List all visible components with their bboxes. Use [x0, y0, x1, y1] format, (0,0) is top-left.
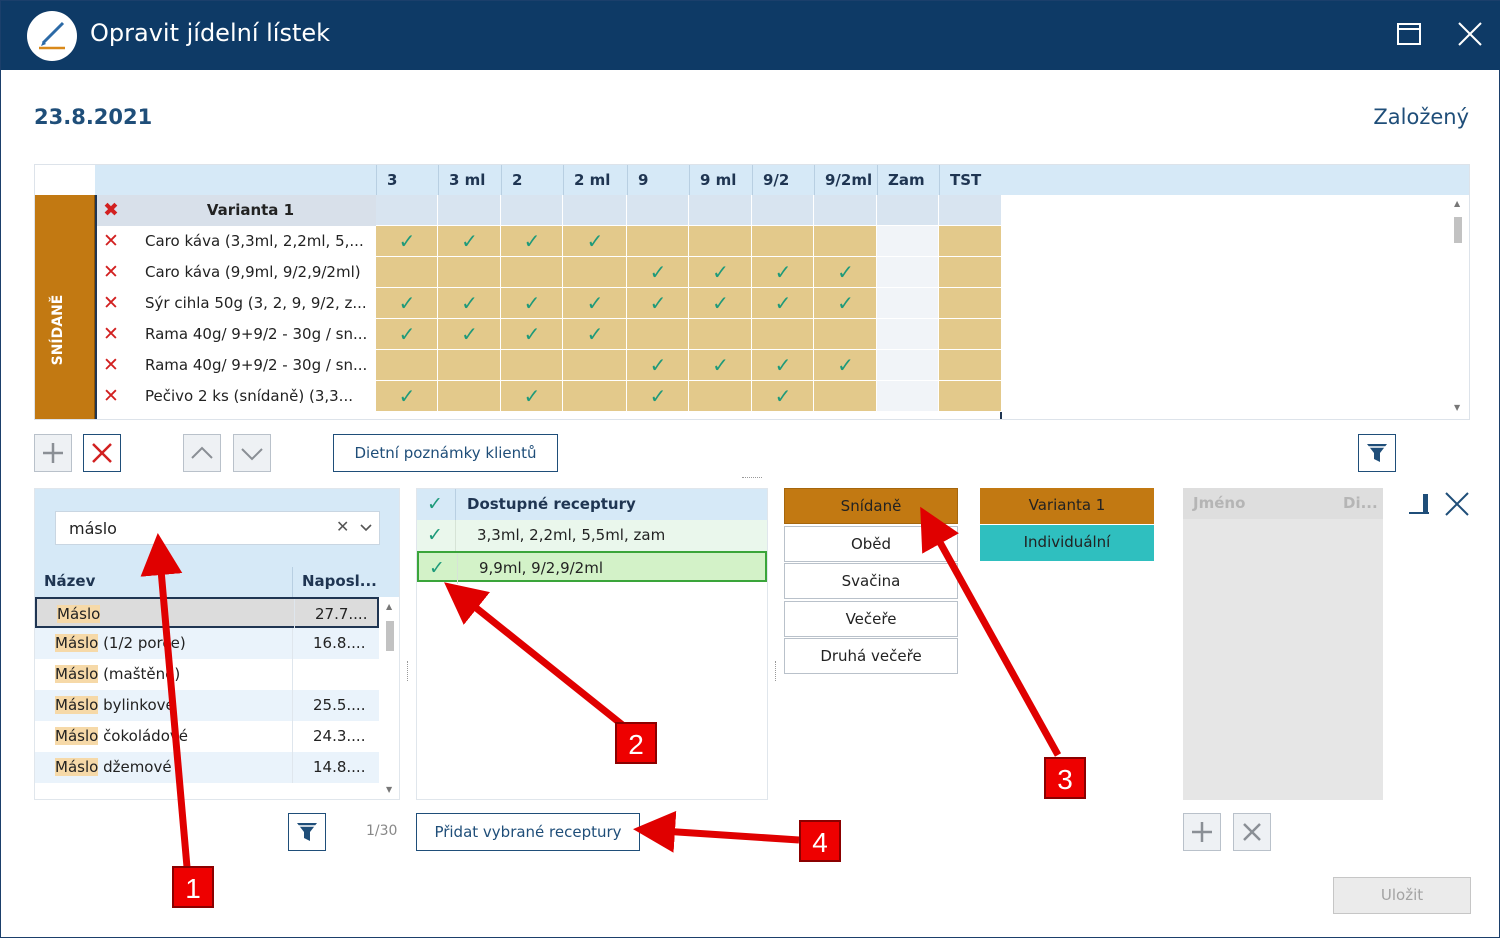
arrow-4 — [633, 810, 800, 853]
arrow-3 — [920, 506, 1062, 757]
callout-4: 4 — [799, 820, 841, 862]
callout-3: 3 — [1044, 757, 1086, 799]
callout-1: 1 — [172, 866, 214, 908]
dialog-window: Opravit jídelní lístek 23.8.2021 Založen… — [0, 0, 1500, 938]
arrow-2 — [444, 582, 628, 730]
annotation-arrows — [140, 506, 1062, 868]
arrow-1 — [140, 533, 191, 868]
callout-2: 2 — [615, 722, 657, 764]
